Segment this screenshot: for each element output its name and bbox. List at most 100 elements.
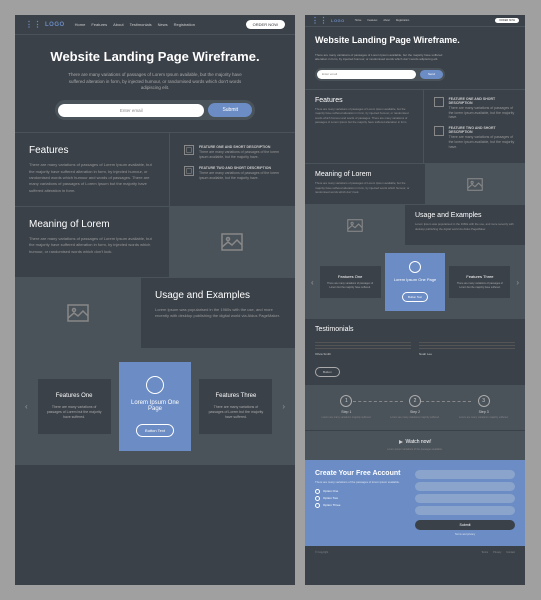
nav-link[interactable]: About [113,22,123,27]
feature-card-active[interactable]: Lorem Ipsum One Page Button Text [119,362,192,451]
cards-carousel: ‹ Features One There are many variations… [15,348,295,465]
search-bar: Enter email Submit [55,100,255,120]
card-body: There are many variations of passages of… [207,405,264,421]
footer-link[interactable]: Contact [506,551,515,554]
signup-body: There are many variations of the passage… [315,481,415,485]
card-body: There are many variations of passages of… [454,282,505,290]
testimonial-item: Noah Lee [419,340,515,356]
features-heading: Features [315,97,413,104]
image-placeholder [15,278,141,348]
feature-item-body: There are many variations of passages of… [199,171,281,181]
nav-menu: Home Features About Registration [355,19,409,22]
nav-link[interactable]: Home [75,22,86,27]
card-title: Features Three [454,274,505,279]
feature-card[interactable]: Features One There are many variations of… [320,266,381,298]
chevron-right-icon[interactable]: › [280,402,287,411]
testimonial-item: Olivia Smith [315,340,411,356]
feature-item-body: There are many variations of passages of… [449,106,515,121]
chevron-right-icon[interactable]: › [514,278,521,287]
hero: Website Landing Page Wireframe. There ar… [305,27,525,89]
features-section: Features There are many variations of pa… [15,132,295,206]
step-number: 1 [340,395,352,407]
square-icon [434,126,444,136]
features-body: There are many variations of passages of… [29,162,155,194]
order-button[interactable]: ORDER NOW [495,18,519,23]
features-heading: Features [29,145,155,156]
testimonials-section: Testimonials Olivia Smith Noah Lee Butto… [305,319,525,385]
submit-button[interactable]: Submit [415,520,515,530]
footer-link[interactable]: Terms [481,551,488,554]
card-body: There are many variations of passages of… [46,405,103,421]
meaning-section: Meaning of Lorem There are many variatio… [15,206,295,277]
hero-title: Website Landing Page Wireframe. [315,35,515,47]
feature-card[interactable]: Features Three There are many variations … [449,266,510,298]
circle-icon [409,261,421,273]
logo[interactable]: ⋮⋮LOGO [25,22,65,28]
preview-large: ⋮⋮LOGO Home Features About Testimonials … [15,15,295,585]
form-field[interactable] [415,506,515,515]
order-button[interactable]: ORDER NOW [246,20,285,29]
preview-small: ⋮⋮LOGO Home Features About Registration … [305,15,525,585]
step-number: 3 [478,395,490,407]
testimonials-heading: Testimonials [315,326,515,333]
chevron-left-icon[interactable]: ‹ [309,278,316,287]
form-field[interactable] [415,494,515,503]
nav-link[interactable]: About [383,19,390,22]
form-field[interactable] [415,470,515,479]
navbar: ⋮⋮LOGO Home Features About Registration … [305,15,525,27]
nav-link[interactable]: Features [91,22,107,27]
feature-item-body: There are many variations of passages of… [449,135,515,150]
step-item: 1Step 1Lorem are many variations majorit… [315,395,378,420]
logo[interactable]: ⋮⋮LOGO [311,18,345,23]
feature-card-active[interactable]: Lorem Ipsum One Page Button Text [385,253,446,311]
email-input[interactable]: Enter email [58,104,204,117]
card-title: Lorem Ipsum One Page [390,277,441,282]
feature-card[interactable]: Features Three There are many variations… [199,379,272,435]
card-title: Features One [325,274,376,279]
square-icon [184,166,194,176]
step-item: 3 Step 3 Lorem are many variations majorit… [452,395,515,420]
hero-subtitle: There are many variations of passages of… [315,53,445,62]
feature-item: FEATURE TWO AND SHORT DESCRIPTIONThere a… [184,166,281,181]
feature-card[interactable]: Features One There are many variations o… [38,379,111,435]
nav-link[interactable]: Features [367,19,377,22]
step-item: 2Step 2Lorem are many variations majorit… [384,395,447,420]
navbar: ⋮⋮LOGO Home Features About Testimonials … [15,15,295,35]
signup-note: Terms and privacy [415,533,515,536]
play-icon [399,440,403,444]
card-button[interactable]: Button Text [402,292,428,302]
radio-option[interactable]: Option Two [315,496,415,501]
steps-section: 1Step 1Lorem are many variations majorit… [305,385,525,430]
submit-button[interactable]: Submit [208,103,252,117]
card-title: Features Three [207,393,264,399]
search-bar: Enter email Send [315,68,445,81]
email-input[interactable]: Enter email [317,70,416,79]
nav-link[interactable]: News [158,22,168,27]
nav-link[interactable]: Testimonials [130,22,152,27]
nav-menu: Home Features About Testimonials News Re… [75,22,195,27]
footer-link[interactable]: Privacy [493,551,501,554]
hero-subtitle: There are many variations of passages of… [65,72,245,92]
testimonial-name: Olivia Smith [315,352,411,356]
form-field[interactable] [415,482,515,491]
nav-link[interactable]: Registration [174,22,195,27]
step-number: 2 [409,395,421,407]
nav-link[interactable]: Home [355,19,362,22]
step-title: Step 2 [384,410,447,414]
watch-section[interactable]: Watch now! Lorem ipsum variations of the… [305,430,525,460]
testimonial-name: Noah Lee [419,352,515,356]
card-body: There are many variations of passages of… [325,282,376,290]
step-title: Step 3 [452,410,515,414]
card-button[interactable]: Button Text [136,424,174,437]
usage-heading: Usage and Examples [155,290,281,301]
footer: © Copyright Terms Privacy Contact [305,546,525,559]
nav-link[interactable]: Registration [396,19,409,22]
testimonials-button[interactable]: Button [315,367,340,377]
features-body: There are many variations of passages of… [315,107,413,125]
chevron-left-icon[interactable]: ‹ [23,402,30,411]
radio-option[interactable]: Option One [315,489,415,494]
meaning-heading: Meaning of Lorem [315,171,415,178]
step-body: Lorem are many variations majority suffe… [452,416,515,420]
radio-option[interactable]: Option Three [315,503,415,508]
send-button[interactable]: Send [420,70,443,79]
